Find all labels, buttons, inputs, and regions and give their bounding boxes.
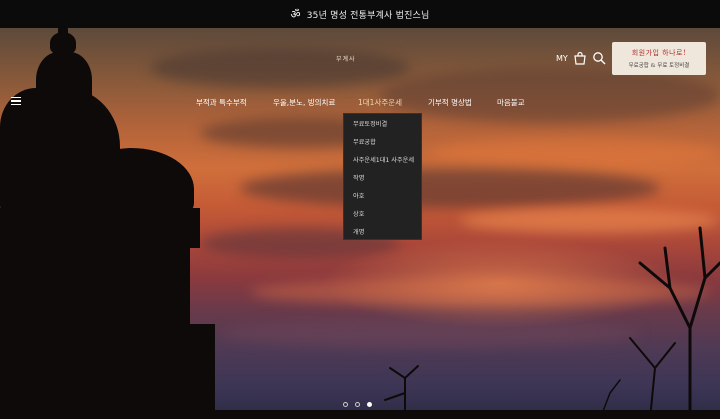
hero-banner: 부계사 MY 회원가입 하나로! 무료궁합 & 무료 토정비결 부적과 특수부적… [0,28,720,419]
dropdown-item-saju[interactable]: 사주운세1대1 사주운세 [353,155,414,164]
nav-item-buddhism[interactable]: 마음불교 [497,97,525,108]
dropdown-item-business-name[interactable]: 상호 [353,209,364,218]
nav-item-therapy[interactable]: 우울,분노, 빙의치료 [273,97,335,108]
main-nav: 부적과 특수부적 우울,분노, 빙의치료 1대1사주운세 기부적 명상법 마음불… [0,97,720,109]
slider-dot[interactable] [355,402,360,407]
dropdown-item-naming[interactable]: 작명 [353,173,364,182]
slider-dot-active[interactable] [367,402,372,407]
dropdown-item-free-compatibility[interactable]: 무료궁합 [353,137,376,146]
nav-item-talisman[interactable]: 부적과 특수부적 [196,97,247,108]
signup-promo-button[interactable]: 회원가입 하나로! 무료궁합 & 무료 토정비결 [612,42,706,75]
promo-title: 회원가입 하나로! [631,49,687,57]
shopping-bag-icon[interactable] [573,51,587,65]
nav-item-fortune[interactable]: 1대1사주운세 [358,97,402,108]
dropdown-item-rename[interactable]: 개명 [353,227,364,236]
fortune-dropdown-menu: 무료토정비결 무료궁합 사주운세1대1 사주운세 작명 아호 상호 개명 [343,113,422,240]
site-logo[interactable]: 부계사 [336,54,356,63]
dropdown-item-free-tojeong[interactable]: 무료토정비결 [353,119,387,128]
announcement-bar: ॐ 35년 명성 전통부계사 법진스님 [0,0,720,28]
slider-dot[interactable] [343,402,348,407]
promo-subtitle: 무료궁합 & 무료 토정비결 [628,63,690,69]
search-icon[interactable] [592,51,606,65]
om-symbol-icon: ॐ [290,7,301,21]
announcement-text: 35년 명성 전통부계사 법진스님 [306,10,430,21]
dropdown-item-pen-name[interactable]: 아호 [353,191,364,200]
nav-item-meditation[interactable]: 기부적 명상법 [428,97,472,108]
my-page-link[interactable]: MY [556,54,568,63]
slider-pagination [343,402,372,407]
